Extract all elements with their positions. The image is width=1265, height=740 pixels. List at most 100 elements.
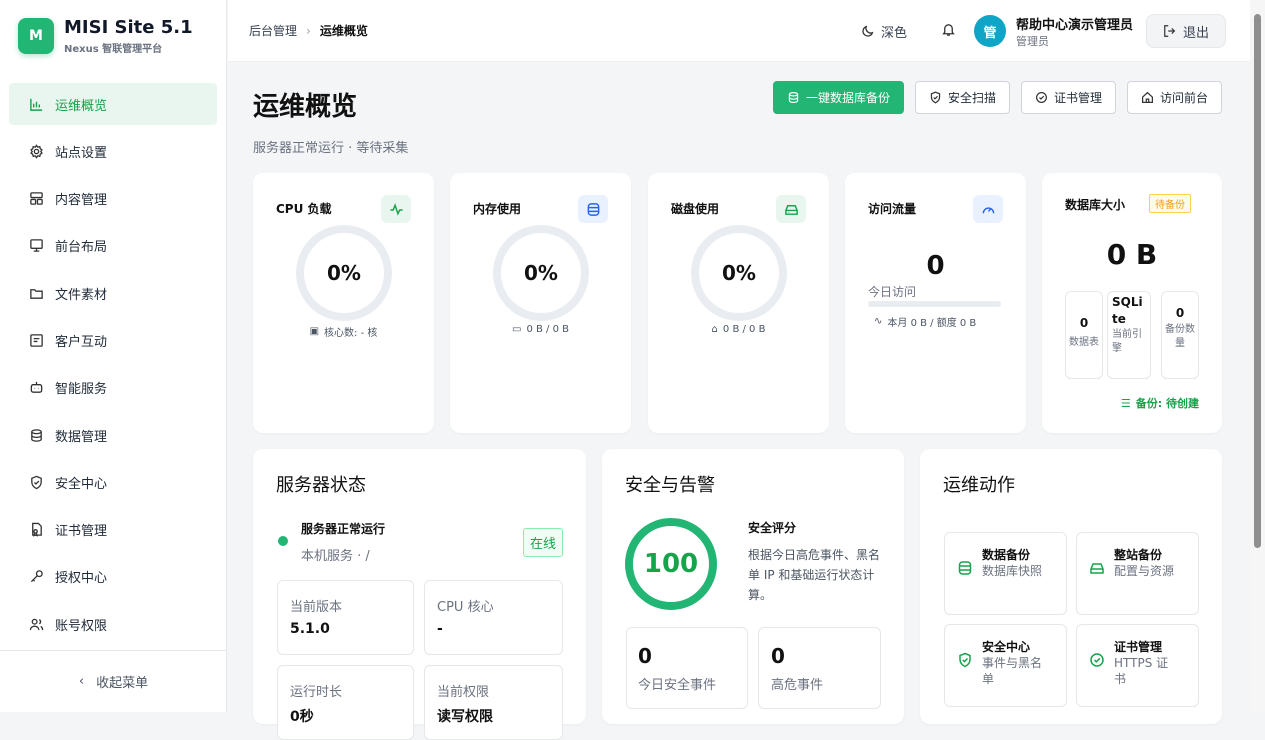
sidebar-item-license[interactable]: 授权中心 [9, 556, 217, 598]
memory-card: 内存使用 0% ▭ 0 B / 0 B [450, 173, 631, 433]
sidebar-item-label: 数据管理 [55, 429, 108, 445]
section-title: 服务器状态 [276, 475, 366, 496]
bell-icon[interactable] [941, 22, 956, 41]
chevron-left-icon: ‹ [78, 674, 85, 689]
collapse-menu-button[interactable]: ‹ 收起菜单 [0, 650, 227, 712]
traffic-quota: 本月 0 B / 额度 0 B [887, 318, 977, 329]
field-value: 5.1.0 [290, 621, 330, 637]
security-score: 100 [643, 549, 699, 579]
memory-value: 0% [524, 261, 558, 285]
shield-icon [957, 652, 973, 672]
collapse-menu-label: 收起菜单 [96, 676, 149, 691]
layout-icon [27, 190, 45, 208]
brand-logo: M [18, 18, 54, 54]
card-title: 磁盘使用 [671, 202, 720, 216]
chip-icon: ▣ [309, 326, 320, 337]
ops-db-backup[interactable]: 数据备份 数据库快照 [944, 532, 1067, 615]
certificate-button[interactable]: 证书管理 [1020, 81, 1116, 114]
memory-usage: 0 B / 0 B [526, 324, 569, 335]
brand-subtitle: Nexus 智联管理平台 [64, 43, 163, 55]
page-title: 运维概览 [253, 92, 358, 122]
sidebar-item-data[interactable]: 数据管理 [9, 414, 217, 456]
sidebar-item-customer[interactable]: 客户互动 [9, 319, 217, 361]
ops-title: 数据备份 [982, 548, 1031, 562]
breadcrumb-separator-icon: › [306, 23, 311, 38]
check-circle-icon [1035, 92, 1047, 103]
ops-security-center[interactable]: 安全中心 事件与黑名单 [944, 624, 1067, 707]
card-title: 访问流量 [868, 202, 917, 216]
security-scan-button[interactable]: 安全扫描 [914, 81, 1010, 114]
sidebar-item-files[interactable]: 文件素材 [9, 272, 217, 314]
ops-site-backup[interactable]: 整站备份 配置与资源 [1076, 532, 1199, 615]
avatar[interactable]: 管 [973, 15, 1006, 47]
sidebar-item-content[interactable]: 内容管理 [9, 178, 217, 220]
theme-toggle[interactable]: 深色 [861, 22, 907, 41]
card-title: 数据库大小 [1065, 198, 1126, 212]
sidebar-item-overview[interactable]: 运维概览 [9, 83, 217, 125]
stat-label: 今日安全事件 [638, 678, 717, 693]
field-label: 当前权限 [437, 685, 490, 700]
server-status-card: 服务器状态 服务器正常运行 本机服务 · / 在线 当前版本 5.1.0 CPU… [253, 449, 586, 740]
sidebar-item-label: 站点设置 [55, 145, 108, 161]
logout-button[interactable]: 退出 [1145, 14, 1226, 48]
sidebar-item-label: 智能服务 [55, 382, 108, 398]
drive-icon [776, 195, 806, 223]
stat-value: 0 [1175, 306, 1185, 320]
card-footer: ▣ 核心数: - 核 [253, 324, 434, 339]
section-title: 安全与告警 [625, 475, 715, 496]
folder-icon [27, 284, 45, 302]
users-icon [27, 615, 45, 633]
traffic-foot: ∿ 本月 0 B / 额度 0 B [874, 314, 976, 329]
sidebar-item-frontend-layout[interactable]: 前台布局 [9, 225, 217, 267]
user-info[interactable]: 帮助中心演示管理员 管理员 [1016, 14, 1133, 49]
status-dot [278, 536, 288, 546]
stat-security-events: 0 今日安全事件 [626, 627, 748, 709]
drive-icon [1089, 560, 1105, 580]
visit-frontend-button[interactable]: 访问前台 [1126, 81, 1222, 114]
brand-name: MISI Site 5.1 [64, 16, 193, 38]
db-backup-button[interactable]: 一键数据库备份 [772, 81, 904, 114]
shield-icon [930, 91, 941, 104]
visit-frontend-label: 访问前台 [1159, 91, 1208, 105]
cpu-value: 0% [327, 261, 361, 285]
sidebar-item-ai[interactable]: 智能服务 [9, 367, 217, 409]
stat-value: 0 [638, 644, 652, 668]
logout-icon [1164, 25, 1176, 37]
field-value: 0秒 [290, 709, 314, 725]
robot-icon [27, 379, 45, 397]
certificate-label: 证书管理 [1053, 91, 1102, 105]
field-value: 读写权限 [437, 709, 493, 725]
online-badge: 在线 [522, 528, 563, 557]
stat-value: SQLite [1112, 295, 1143, 326]
memory-ring: 0% [493, 225, 589, 321]
scrollbar-thumb[interactable] [1254, 14, 1261, 548]
status-title: 服务器正常运行 [301, 522, 386, 536]
db-stat-engine: SQLite 当前引擎 [1107, 291, 1151, 379]
database-size-card: 数据库大小 待备份 0 B 0 数据表 SQLite 当前引擎 0 备份数量 ☰… [1042, 173, 1222, 433]
sidebar-item-security[interactable]: 安全中心 [9, 461, 217, 503]
page-scrollbar[interactable] [1250, 0, 1265, 712]
sidebar-item-certificates[interactable]: 证书管理 [9, 509, 217, 551]
card-footer: ⌂ 0 B / 0 B [648, 324, 829, 335]
traffic-progress [868, 301, 1001, 307]
field-value: - [437, 621, 443, 637]
stat-label: 当前引擎 [1112, 329, 1142, 354]
ops-certificates[interactable]: 证书管理 HTTPS 证书 [1076, 624, 1199, 707]
field-label: 运行时长 [290, 685, 343, 700]
cpu-ring: 0% [296, 225, 392, 321]
sidebar-item-site-settings[interactable]: 站点设置 [9, 130, 217, 172]
traffic-label: 今日访问 [868, 285, 917, 299]
breadcrumb-item-admin[interactable]: 后台管理 [249, 22, 297, 39]
sidebar-item-accounts[interactable]: 账号权限 [9, 603, 217, 645]
ops-desc: 数据库快照 [982, 564, 1043, 578]
key-icon [27, 568, 45, 586]
security-scan-label: 安全扫描 [947, 91, 996, 105]
field-version: 当前版本 5.1.0 [277, 580, 414, 655]
ops-desc: HTTPS 证书 [1114, 656, 1169, 686]
shield-icon [27, 473, 45, 491]
sidebar-item-label: 内容管理 [55, 193, 108, 209]
brand[interactable]: M MISI Site 5.1 Nexus 智联管理平台 [0, 0, 226, 72]
disk-usage: 0 B / 0 B [722, 324, 766, 335]
disk-card: 磁盘使用 0% ⌂ 0 B / 0 B [648, 173, 829, 433]
backup-status[interactable]: ☰ 备份: 待创建 [1121, 395, 1199, 411]
